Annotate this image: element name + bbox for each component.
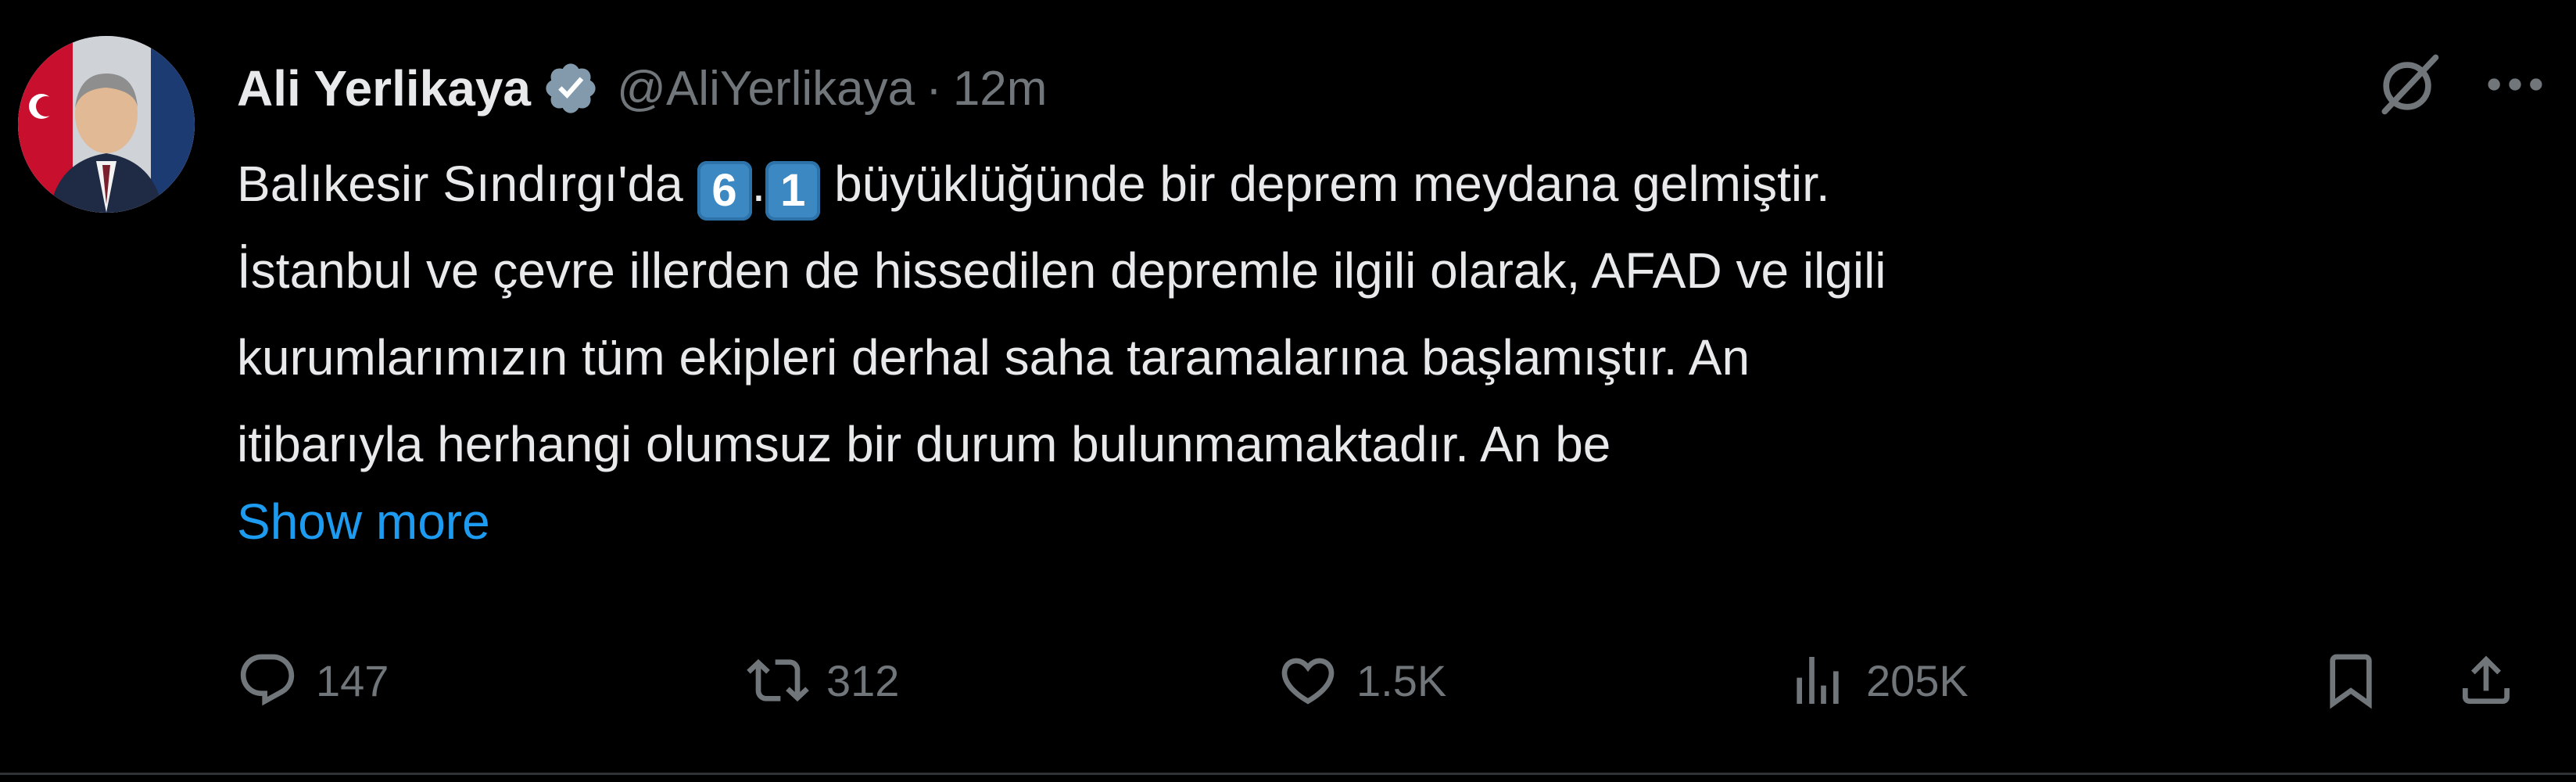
reply-button[interactable]: 147 [236,641,389,719]
tweet-line-1-suffix: büyüklüğünde bir deprem meydana gelmişti… [820,156,1830,212]
views-button[interactable]: 205K [1786,641,1969,719]
tweet-line-3: kurumlarımızın tüm ekipleri derhal saha … [237,329,1750,386]
tweet-line-1-prefix: Balıkesir Sındırgı'da [237,156,697,212]
share-button[interactable] [2455,641,2517,719]
share-icon [2463,655,2510,704]
header-actions [2326,39,2576,125]
tweet-actions-bar: 147 312 1.5K 205K [0,641,2576,719]
repost-button[interactable]: 312 [747,641,899,719]
author-avatar[interactable] [18,36,195,213]
bottom-divider [0,773,2576,775]
reply-count: 147 [316,655,389,705]
views-count: 205K [1866,655,1969,705]
header-separator: · [926,61,942,116]
tweet-timestamp[interactable]: 12m [953,61,1048,117]
reply-icon [240,654,295,706]
repost-icon [747,658,809,702]
author-handle[interactable]: @AliYerlikaya [617,61,915,117]
magnitude-dot: . [751,156,766,212]
more-options-icon[interactable] [2479,48,2551,120]
avatar-image [18,36,195,213]
keycap-digit-6: 6 [697,161,752,221]
tweet-line-2: İstanbul ve çevre illerden de hissedilen… [237,242,1886,299]
tweet-header: Ali Yerlikaya @AliYerlikaya · 12m [237,45,1047,131]
verified-badge-icon[interactable] [542,59,600,117]
repost-count: 312 [826,655,900,705]
keycap-digit-1: 1 [765,161,821,221]
like-icon [1281,658,1335,705]
grok-icon[interactable] [2373,48,2445,120]
bookmark-icon [2330,654,2372,709]
like-count: 1.5K [1356,655,1447,705]
views-icon [1797,657,1839,704]
tweet-line-4: itibarıyla herhangi olumsuz bir durum bu… [237,416,1611,472]
author-name[interactable]: Ali Yerlikaya [237,59,531,117]
tweet-line-1: Balıkesir Sındırgı'da 6.1 büyüklüğünde b… [237,141,2504,228]
tweet-text: Balıkesir Sındırgı'da 6.1 büyüklüğünde b… [237,141,2504,488]
bookmark-button[interactable] [2320,641,2382,719]
show-more-link[interactable]: Show more [237,493,490,551]
like-button[interactable]: 1.5K [1277,641,1446,719]
